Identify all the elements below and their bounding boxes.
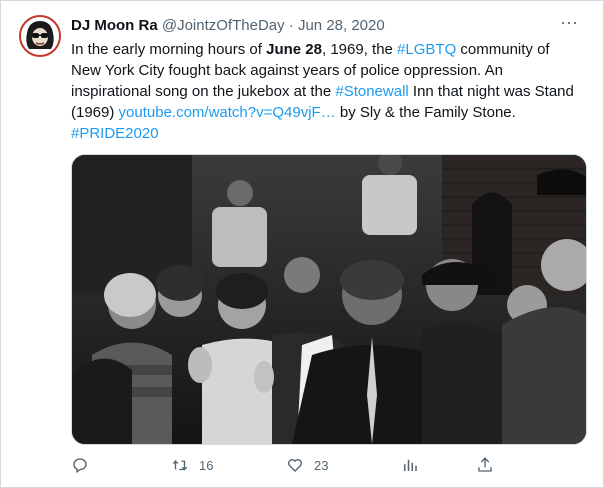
share-icon — [478, 457, 492, 472]
views-button[interactable] — [401, 453, 429, 477]
stonewall-crowd-photo — [72, 155, 586, 444]
text-part: by Sly & the Family Stone. — [335, 104, 516, 121]
author-name[interactable]: DJ Moon Ra — [71, 17, 158, 34]
text-part: , 1969, the — [321, 41, 398, 58]
tweet-header: DJ Moon Ra @JointzOfTheDay · Jun 28, 202… — [71, 16, 543, 36]
retweet-count: 16 — [199, 457, 214, 473]
tweet-photo[interactable] — [71, 154, 587, 445]
text-bold-date: June 28 — [266, 41, 322, 58]
tweet-actions-bar: 16 23 — [71, 453, 501, 477]
text-part: In the early morning hours of — [71, 41, 267, 58]
retweet-icon — [172, 459, 188, 471]
tweet-date[interactable]: Jun 28, 2020 — [298, 17, 385, 34]
like-count: 23 — [314, 457, 329, 473]
analytics-bar-icon — [404, 459, 417, 471]
header-separator: · — [288, 17, 294, 34]
author-handle[interactable]: @JointzOfTheDay — [162, 17, 285, 34]
more-options-icon[interactable]: ··· — [557, 13, 581, 33]
retweet-button[interactable]: 16 — [171, 453, 213, 477]
hashtag-pride-link[interactable]: #PRIDE2020 — [71, 125, 159, 142]
share-button[interactable] — [476, 453, 504, 477]
like-button[interactable]: 23 — [286, 453, 328, 477]
hashtag-lgbtq-link[interactable]: #LGBTQ — [397, 41, 456, 58]
reply-button[interactable] — [71, 453, 99, 477]
avatar-image — [21, 17, 59, 55]
hashtag-stonewall-link[interactable]: #Stonewall — [335, 83, 408, 100]
tweet-text: In the early morning hours of June 28, 1… — [71, 39, 581, 144]
reply-icon — [73, 458, 87, 474]
avatar[interactable] — [19, 15, 61, 57]
youtube-url-link[interactable]: youtube.com/watch?v=Q49vjF… — [119, 104, 336, 121]
tweet-card[interactable]: DJ Moon Ra @JointzOfTheDay · Jun 28, 202… — [0, 0, 604, 488]
heart-icon — [288, 459, 302, 472]
